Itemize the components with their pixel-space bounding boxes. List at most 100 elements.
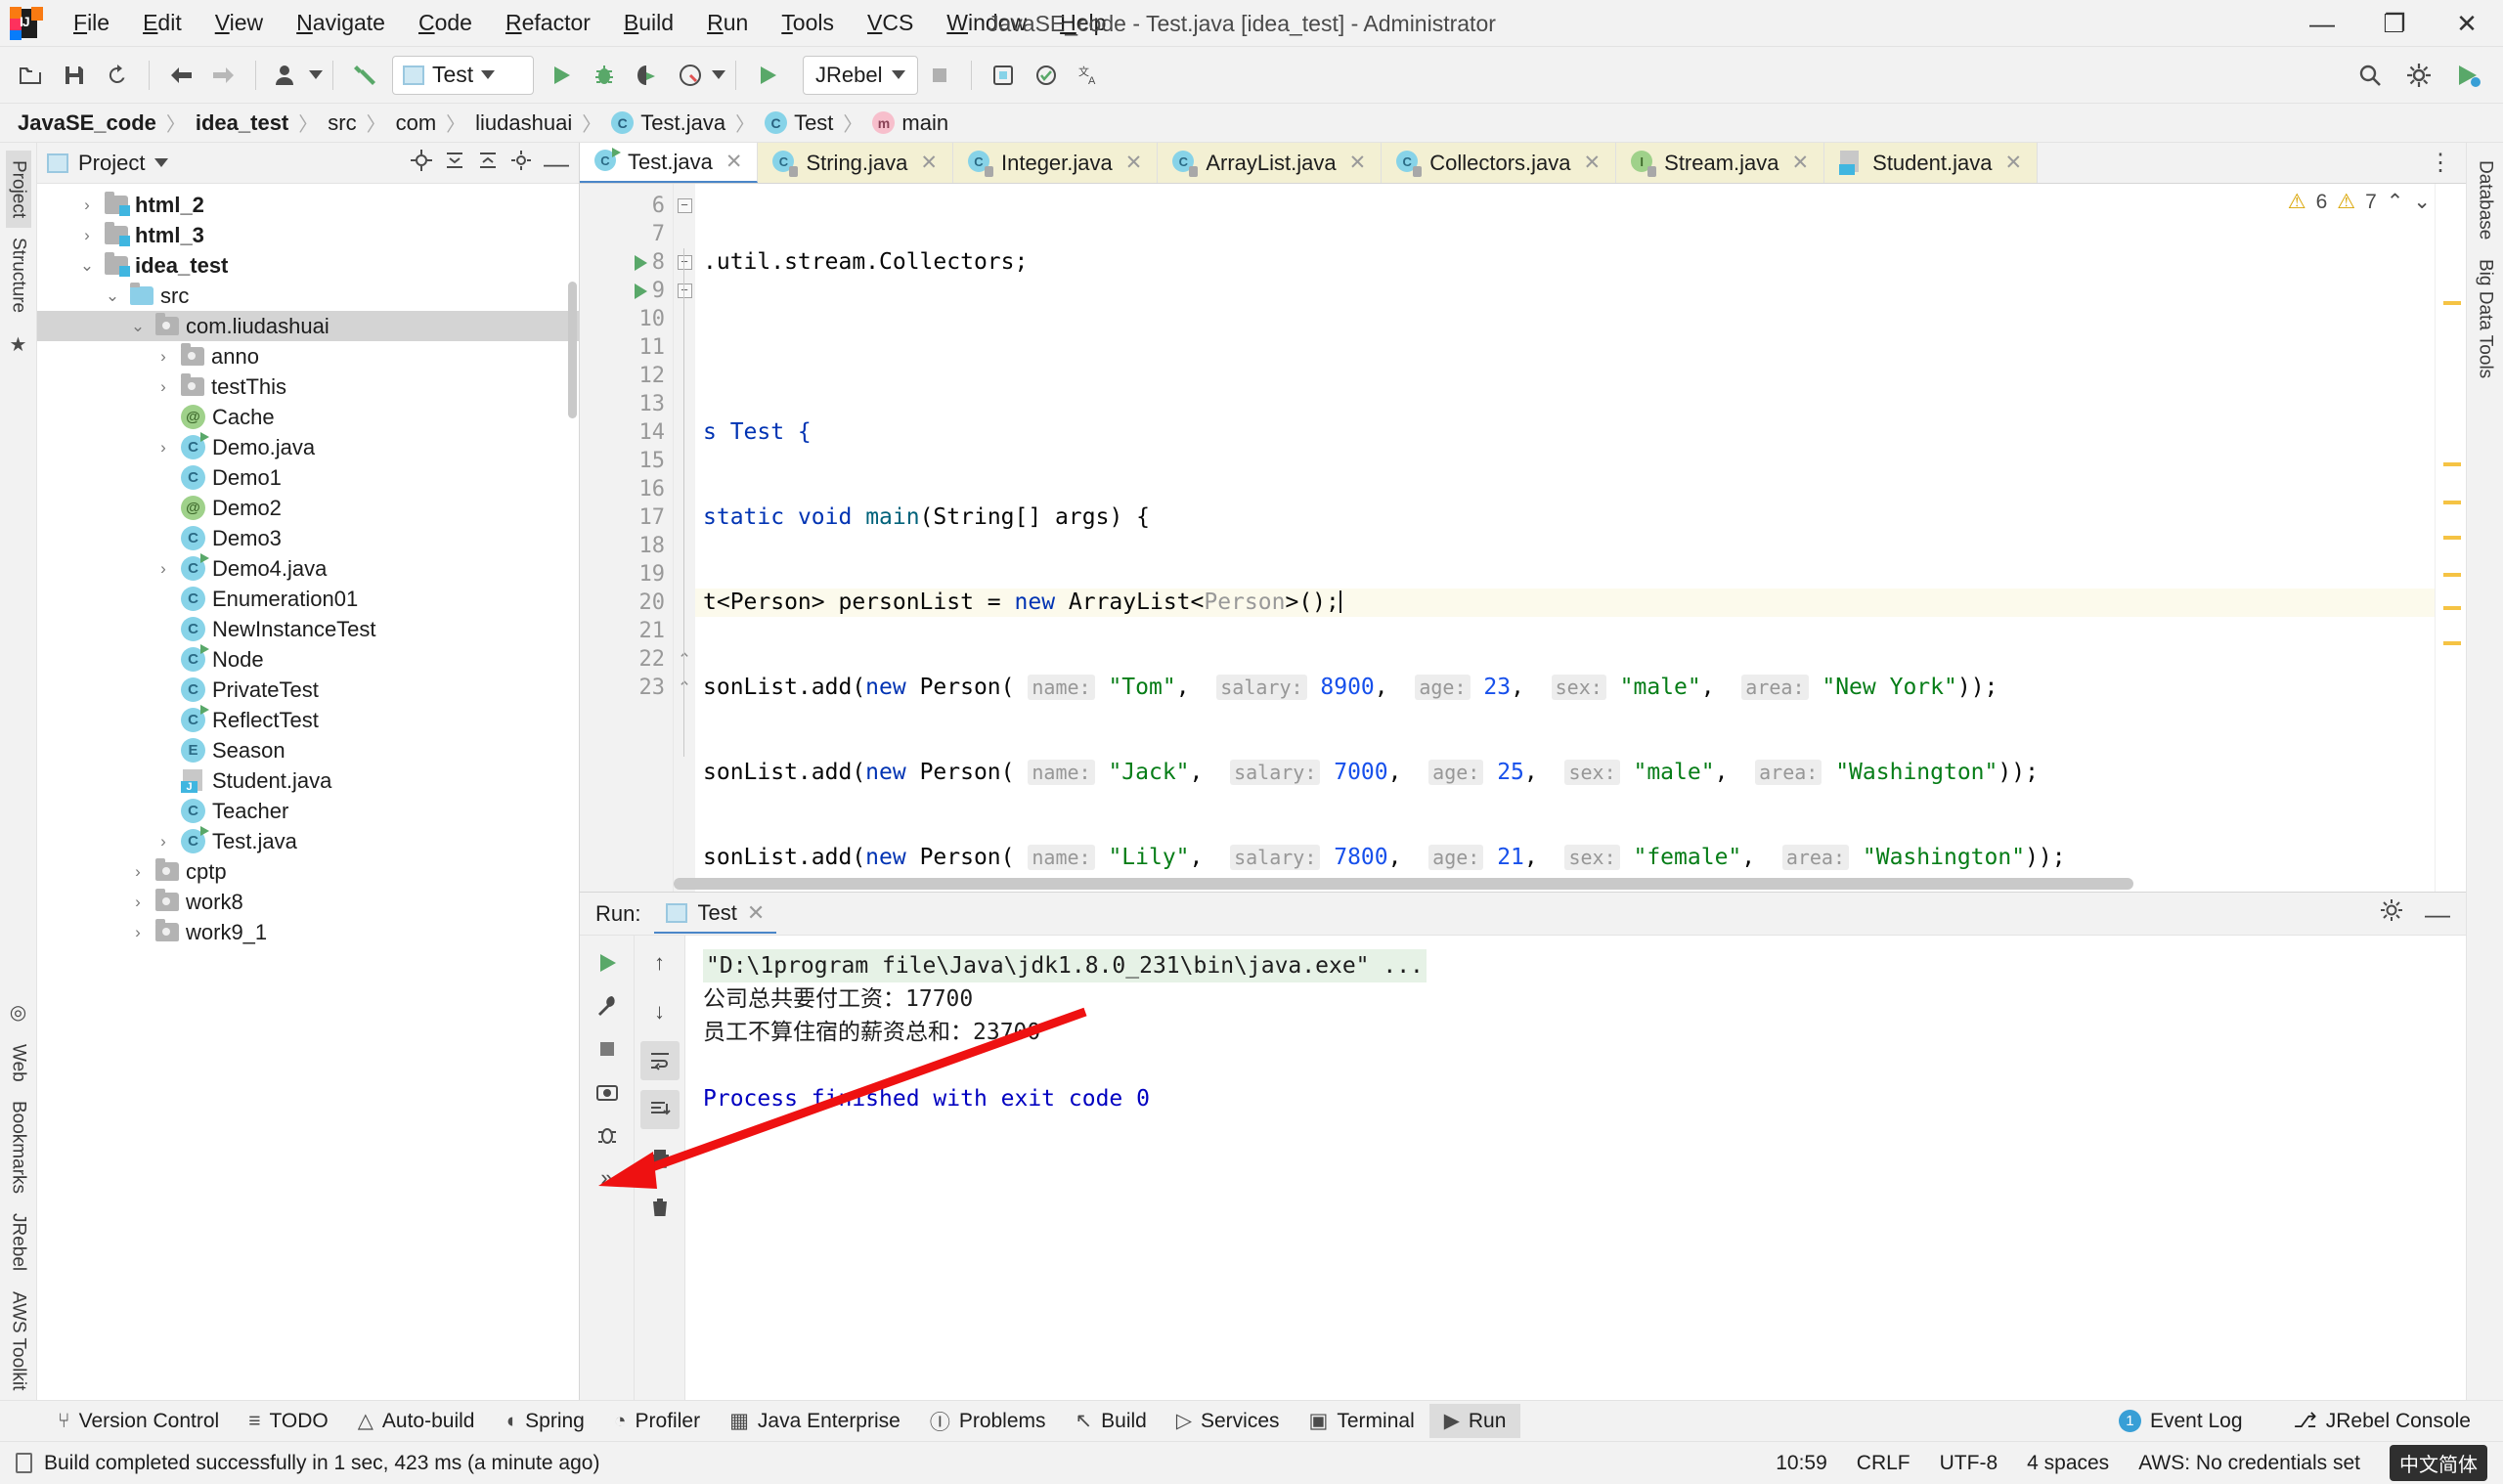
- chevron-down-icon[interactable]: [154, 158, 169, 167]
- gutter-line-23[interactable]: 23: [580, 674, 673, 702]
- breadcrumb-item-com[interactable]: com: [392, 109, 441, 138]
- console-output[interactable]: "D:\1program file\Java\jdk1.8.0_231\bin\…: [685, 936, 2466, 1400]
- fold-collapse-icon[interactable]: −: [677, 284, 692, 298]
- fold-line-13[interactable]: [674, 390, 695, 418]
- settings-gear-icon[interactable]: [2397, 54, 2440, 97]
- tree-node[interactable]: › cptp: [37, 856, 579, 887]
- editor-tab-stream-java[interactable]: I Stream.java ✕: [1616, 143, 1825, 183]
- more-options-icon[interactable]: ⋮: [2415, 143, 2466, 183]
- fold-line-20[interactable]: [674, 589, 695, 617]
- profile-dropdown-icon[interactable]: [309, 70, 323, 79]
- jrebel-selector[interactable]: JRebel: [803, 55, 919, 95]
- tree-scrollbar[interactable]: [568, 282, 577, 418]
- tool-window-terminal[interactable]: ▣ Terminal: [1295, 1404, 1429, 1438]
- tree-node[interactable]: › C Test.java: [37, 826, 579, 856]
- screenshot-icon[interactable]: [588, 1072, 627, 1112]
- profiler-dropdown-icon[interactable]: [712, 70, 725, 79]
- run-tab-test[interactable]: Test ✕: [654, 895, 777, 934]
- tool-window-event-log[interactable]: 1 Event Log: [2104, 1405, 2258, 1438]
- menu-item-edit[interactable]: Edit: [126, 6, 198, 40]
- tree-node[interactable]: ›CPrivateTest: [37, 675, 579, 705]
- collapse-all-icon[interactable]: [444, 150, 465, 177]
- fold-collapse-icon[interactable]: −: [677, 198, 692, 213]
- fold-line-11[interactable]: [674, 333, 695, 362]
- tree-node[interactable]: ›CEnumeration01: [37, 584, 579, 614]
- back-arrow-icon[interactable]: [159, 54, 202, 97]
- status-time[interactable]: 10:59: [1776, 1452, 1827, 1475]
- fold-line-23[interactable]: ⌃: [674, 674, 695, 702]
- menu-item-run[interactable]: Run: [690, 6, 765, 40]
- stop-icon[interactable]: [588, 1029, 627, 1069]
- updates-icon[interactable]: [2446, 54, 2489, 97]
- tool-window-build[interactable]: ↖ Build: [1061, 1404, 1162, 1438]
- gutter-line-22[interactable]: 22: [580, 645, 673, 674]
- fold-gutter[interactable]: − − − ⌃ ⌃: [674, 184, 695, 892]
- forward-arrow-icon[interactable]: [202, 54, 245, 97]
- editor-tab-test-java[interactable]: C Test.java ✕: [580, 143, 759, 183]
- debug-icon[interactable]: [583, 54, 626, 97]
- code-content[interactable]: .util.stream.Collectors; s Test { static…: [695, 184, 2466, 892]
- gutter-line-10[interactable]: 10: [580, 305, 673, 333]
- stop-icon[interactable]: [918, 54, 961, 97]
- menu-item-view[interactable]: View: [198, 6, 280, 40]
- chevron-right-icon[interactable]: ›: [153, 832, 174, 851]
- tree-node[interactable]: ›CTeacher: [37, 796, 579, 826]
- breadcrumb-item-test-java[interactable]: C Test.java: [607, 109, 729, 138]
- fold-end-icon[interactable]: ⌃: [678, 650, 691, 670]
- tree-node[interactable]: ›CNode: [37, 644, 579, 675]
- editor-marker-bar[interactable]: [2435, 184, 2466, 892]
- tree-node[interactable]: › html_2: [37, 190, 579, 220]
- open-folder-icon[interactable]: [10, 54, 53, 97]
- gutter-line-6[interactable]: 6: [580, 192, 673, 220]
- fold-line-6[interactable]: −: [674, 192, 695, 220]
- scroll-up-icon[interactable]: ↑: [640, 943, 680, 982]
- tree-node[interactable]: › anno: [37, 341, 579, 371]
- tree-node[interactable]: › C Demo.java: [37, 432, 579, 462]
- tree-node[interactable]: ⌄ src: [37, 281, 579, 311]
- close-icon[interactable]: ✕: [1584, 151, 1602, 175]
- tree-node[interactable]: ⌄ idea_test: [37, 250, 579, 281]
- tool-window-services[interactable]: ▷ Services: [1162, 1404, 1295, 1438]
- scroll-to-end-icon[interactable]: [639, 1090, 680, 1129]
- settings-gear-icon[interactable]: [510, 150, 532, 177]
- project-tree[interactable]: › html_2 › html_3 ⌄ idea_test ⌄ src ⌄ com.liudash…: [37, 184, 579, 1400]
- fold-line-18[interactable]: [674, 532, 695, 560]
- chevron-right-icon[interactable]: ›: [153, 559, 174, 579]
- menu-item-refactor[interactable]: Refactor: [489, 6, 607, 40]
- breadcrumb-item-test[interactable]: C Test: [761, 109, 837, 138]
- maximize-button[interactable]: ❐: [2358, 0, 2431, 47]
- tree-node[interactable]: ›@Cache: [37, 402, 579, 432]
- translate-icon[interactable]: 文A: [1068, 54, 1111, 97]
- chevron-right-icon[interactable]: ›: [153, 377, 174, 397]
- user-profile-icon[interactable]: [266, 54, 309, 97]
- tree-node[interactable]: ›CNewInstanceTest: [37, 614, 579, 644]
- rail-item-web[interactable]: Web: [6, 1034, 31, 1092]
- run-gutter-icon[interactable]: [635, 254, 647, 271]
- breadcrumb-item-main[interactable]: m main: [868, 109, 952, 138]
- menu-item-file[interactable]: File: [57, 6, 126, 40]
- tool-window-todo[interactable]: ≡ TODO: [234, 1405, 343, 1438]
- chevron-right-icon[interactable]: ›: [127, 923, 149, 942]
- close-icon[interactable]: ✕: [2004, 151, 2022, 175]
- fold-line-16[interactable]: [674, 475, 695, 503]
- tree-node[interactable]: ›CDemo1: [37, 462, 579, 493]
- fold-line-8[interactable]: −: [674, 248, 695, 277]
- next-problem-icon[interactable]: ⌄: [2413, 190, 2431, 214]
- close-icon[interactable]: ✕: [920, 151, 938, 175]
- menu-item-build[interactable]: Build: [607, 6, 690, 40]
- tree-node[interactable]: ›@Demo2: [37, 493, 579, 523]
- editor-tab-arraylist-java[interactable]: C ArrayList.java ✕: [1158, 143, 1383, 183]
- fold-line-22[interactable]: ⌃: [674, 645, 695, 674]
- fold-line-21[interactable]: [674, 617, 695, 645]
- inspection-icon[interactable]: [1025, 54, 1068, 97]
- tree-node[interactable]: › work9_1: [37, 917, 579, 947]
- rail-item-jrebel[interactable]: JRebel: [6, 1203, 31, 1281]
- close-icon[interactable]: ✕: [1125, 151, 1143, 175]
- rail-item-big-data-tools[interactable]: Big Data Tools: [2473, 249, 2498, 388]
- chevron-right-icon[interactable]: ›: [127, 893, 149, 912]
- rail-item-structure[interactable]: Structure: [6, 228, 31, 323]
- tree-node[interactable]: ›JStudent.java: [37, 765, 579, 796]
- fold-line-14[interactable]: [674, 418, 695, 447]
- settings-gear-icon[interactable]: [2380, 898, 2403, 929]
- gutter-line-15[interactable]: 15: [580, 447, 673, 475]
